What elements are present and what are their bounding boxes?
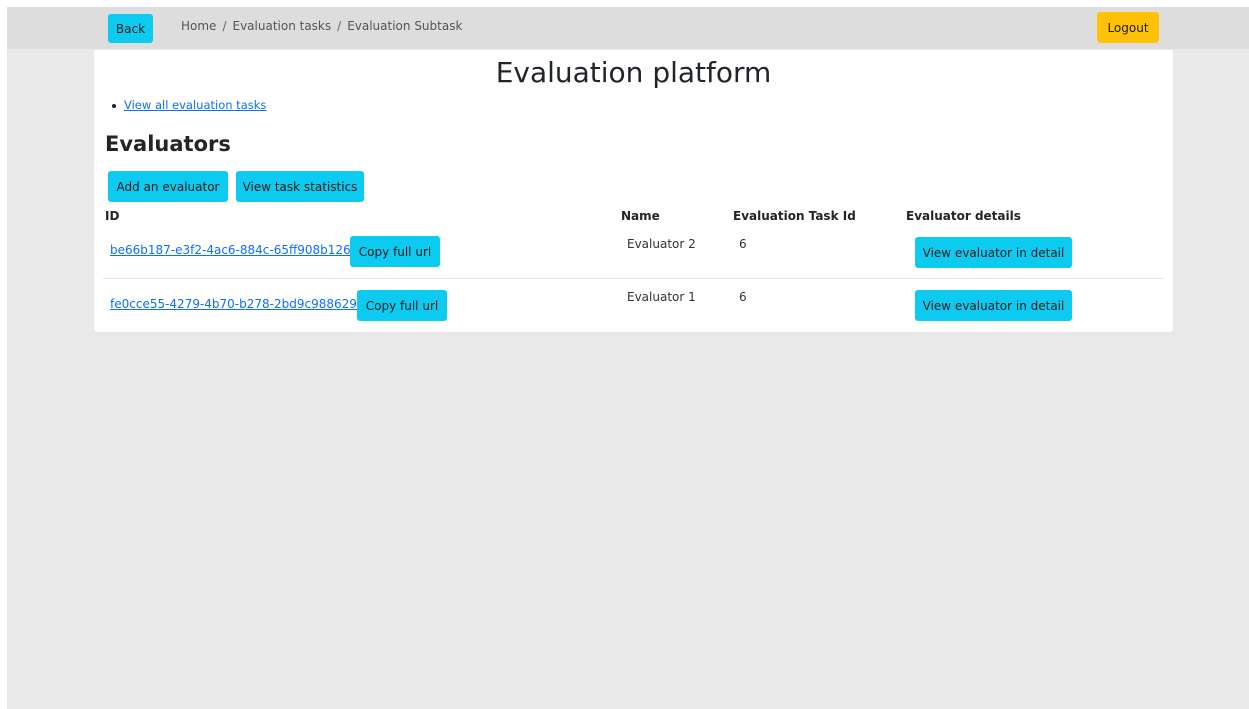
evaluator-id-link[interactable]: be66b187-e3f2-4ac6-884c-65ff908b126c <box>110 243 357 257</box>
view-task-statistics-button[interactable]: View task statistics <box>236 171 364 202</box>
add-evaluator-button[interactable]: Add an evaluator <box>108 171 228 202</box>
app-window: Back Home / Evaluation tasks / Evaluation Su… <box>7 7 1249 709</box>
column-header-id: ID <box>105 209 120 223</box>
main-card: Evaluation platform View all evaluation … <box>94 50 1173 332</box>
section-title: Evaluators <box>105 132 231 156</box>
view-all-tasks-link[interactable]: View all evaluation tasks <box>124 98 266 112</box>
breadcrumb-home[interactable]: Home <box>181 19 216 33</box>
breadcrumb: Home / Evaluation tasks / Evaluation Subtask <box>181 19 462 33</box>
copy-full-url-button[interactable]: Copy full url <box>350 236 440 267</box>
evaluator-name: Evaluator 1 <box>627 290 696 304</box>
logout-button[interactable]: Logout <box>1097 12 1159 43</box>
breadcrumb-separator: / <box>222 19 227 33</box>
view-evaluator-detail-button[interactable]: View evaluator in detail <box>915 290 1072 321</box>
column-header-name: Name <box>621 209 660 223</box>
bullet-icon <box>112 103 116 108</box>
page-title: Evaluation platform <box>495 56 772 89</box>
back-button[interactable]: Back <box>108 14 153 43</box>
view-evaluator-detail-button[interactable]: View evaluator in detail <box>915 237 1072 268</box>
evaluation-task-id: 6 <box>739 290 747 304</box>
breadcrumb-evaluation-tasks[interactable]: Evaluation tasks <box>232 19 331 33</box>
evaluation-task-id: 6 <box>739 237 747 251</box>
list-item: View all evaluation tasks <box>112 98 266 112</box>
evaluator-id-link[interactable]: fe0cce55-4279-4b70-b278-2bd9c988629a <box>110 297 364 311</box>
evaluator-name: Evaluator 2 <box>627 237 696 251</box>
row-divider <box>103 278 1164 279</box>
link-list: View all evaluation tasks <box>112 98 266 112</box>
breadcrumb-separator: / <box>337 19 342 33</box>
breadcrumb-evaluation-subtask: Evaluation Subtask <box>347 19 463 33</box>
copy-full-url-button[interactable]: Copy full url <box>357 290 447 321</box>
column-header-task-id: Evaluation Task Id <box>733 209 856 223</box>
top-navbar: Back Home / Evaluation tasks / Evaluation Su… <box>7 7 1249 49</box>
column-header-evaluator-details: Evaluator details <box>906 209 1021 223</box>
